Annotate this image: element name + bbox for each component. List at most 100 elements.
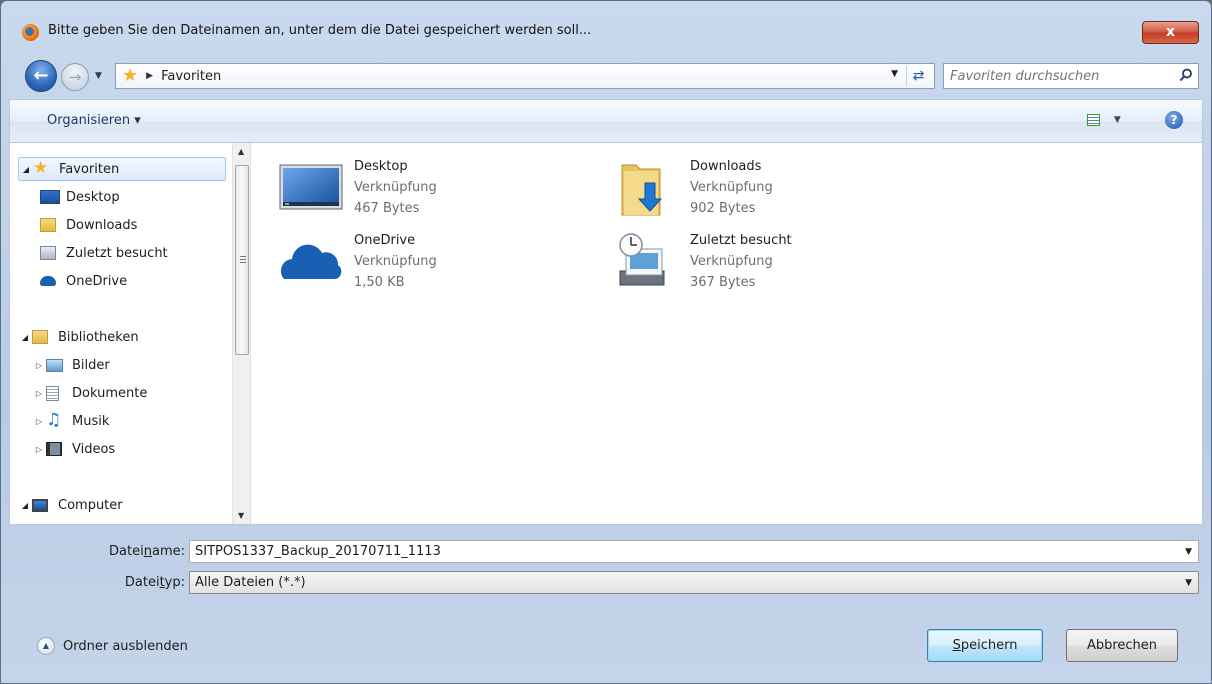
search-input[interactable] [950,68,1170,84]
chevron-down-icon[interactable]: ▼ [1185,547,1192,557]
file-item-downloads[interactable]: Downloads Verknüpfung 902 Bytes [614,153,914,223]
hide-folders-label[interactable]: Ordner ausblenden [63,639,188,654]
music-note-icon: ♫ [46,410,62,430]
save-file-dialog: Bitte geben Sie den Dateinamen an, unter… [0,0,1212,684]
file-size: 367 Bytes [690,275,756,290]
favorites-star-icon: ★ [122,65,139,86]
nav-item-pictures[interactable]: ▷ Bilder [32,353,110,377]
nav-item-label: OneDrive [66,273,128,289]
nav-item-label: Videos [72,441,116,457]
organize-menu-button[interactable]: Organisieren ▾ [47,113,141,128]
forward-arrow-icon[interactable]: → [61,63,89,91]
file-size: 902 Bytes [690,201,756,216]
address-bar: ← → ▼ ★ ▶ Favoriten ▼ ⇄ [15,58,1199,94]
nav-libraries-label: Bibliotheken [58,329,139,345]
details-view-icon [1087,114,1100,126]
scroll-up-arrow-icon[interactable]: ▲ [238,147,244,156]
chevron-up-icon[interactable]: ▲ [37,637,55,655]
close-button[interactable]: x [1142,21,1199,44]
file-size: 467 Bytes [354,201,420,216]
navigation-scrollbar[interactable]: ▲ ▼ [232,143,250,524]
recent-locations-chevron-icon[interactable]: ▼ [95,71,102,81]
recent-places-icon [40,246,56,260]
expand-arrow-icon[interactable]: ▷ [32,361,46,370]
nav-item-onedrive[interactable]: OneDrive [40,269,127,293]
downloads-folder-icon [621,164,663,216]
nav-item-label: Downloads [66,217,138,233]
chevron-down-icon[interactable]: ▼ [1185,578,1192,588]
view-dropdown-icon[interactable]: ▼ [1114,115,1121,125]
downloads-folder-icon [40,218,56,232]
onedrive-cloud-icon [40,276,56,286]
file-type: Verknüpfung [354,180,437,195]
nav-computer[interactable]: ◢ Computer [18,493,123,517]
filetype-select[interactable]: Alle Dateien (*.*) ▼ [189,571,1199,594]
expand-arrow-icon[interactable]: ▷ [32,417,46,426]
expand-arrow-icon[interactable]: ▷ [32,445,46,454]
filetype-label: Dateityp: [124,575,185,590]
nav-item-label: Dokumente [72,385,148,401]
nav-item-videos[interactable]: ▷ Videos [32,437,115,461]
dialog-footer: ▲ Ordner ausblenden Speichern Abbrechen [9,611,1203,681]
hide-folders-toggle[interactable]: ▲ Ordner ausblenden [37,637,188,655]
nav-item-music[interactable]: ▷ ♫ Musik [32,409,109,433]
collapse-arrow-icon[interactable]: ◢ [19,165,33,174]
breadcrumb-location[interactable]: Favoriten [161,69,221,84]
recent-places-icon [619,233,665,286]
computer-monitor-icon [32,498,48,512]
onedrive-cloud-icon [280,244,342,279]
command-bar: Organisieren ▾ ▼ ? [9,99,1203,143]
file-item-desktop[interactable]: Desktop Verknüpfung 467 Bytes [278,153,578,223]
scroll-down-arrow-icon[interactable]: ▼ [238,511,244,520]
file-name: Zuletzt besucht [690,233,792,248]
collapse-arrow-icon[interactable]: ◢ [18,333,32,342]
nav-computer-label: Computer [58,497,123,513]
help-icon[interactable]: ? [1165,111,1183,129]
cancel-button[interactable]: Abbrechen [1066,629,1178,662]
navigation-pane: ◢ ★ Favoriten Desktop Downloads Zuletzt … [10,143,251,524]
nav-favorites[interactable]: ◢ ★ Favoriten [18,157,226,181]
back-arrow-icon[interactable]: ← [25,60,57,92]
favorites-star-icon: ★ [33,158,49,178]
refresh-icon[interactable]: ⇄ [906,66,930,86]
file-item-onedrive[interactable]: OneDrive Verknüpfung 1,50 KB [278,227,578,297]
filename-value[interactable]: SITPOS1337_Backup_20170711_1113 [195,544,441,559]
film-strip-icon [46,442,62,456]
filename-row: Dateiname: SITPOS1337_Backup_20170711_11… [9,540,1203,564]
nav-item-desktop[interactable]: Desktop [40,185,120,209]
file-item-recent[interactable]: Zuletzt besucht Verknüpfung 367 Bytes [614,227,914,297]
browser-area: ◢ ★ Favoriten Desktop Downloads Zuletzt … [9,143,1203,525]
desktop-shortcut-icon [279,164,343,210]
filename-field[interactable]: SITPOS1337_Backup_20170711_1113 ▼ [189,540,1199,563]
filetype-row: Dateityp: Alle Dateien (*.*) ▼ [9,571,1203,595]
file-name: OneDrive [354,233,416,248]
search-field[interactable] [943,63,1199,89]
save-button[interactable]: Speichern [927,629,1043,662]
breadcrumb[interactable]: ★ ▶ Favoriten ▼ ⇄ [115,63,935,89]
nav-item-label: Bilder [72,357,110,373]
change-view-button[interactable]: ▼ [1087,110,1127,132]
nav-item-label: Desktop [66,189,120,205]
nav-item-downloads[interactable]: Downloads [40,213,137,237]
search-icon[interactable] [1179,68,1193,82]
address-dropdown-icon[interactable]: ▼ [891,69,898,79]
nav-item-recent[interactable]: Zuletzt besucht [40,241,168,265]
expand-arrow-icon[interactable]: ▷ [32,389,46,398]
desktop-icon [40,190,60,204]
nav-libraries[interactable]: ◢ Bibliotheken [18,325,139,349]
filetype-value[interactable]: Alle Dateien (*.*) [195,575,306,590]
nav-favorites-label: Favoriten [59,161,120,177]
file-name: Desktop [354,159,408,174]
breadcrumb-separator-icon[interactable]: ▶ [146,71,153,81]
file-size: 1,50 KB [354,275,405,290]
scrollbar-thumb[interactable] [235,165,249,355]
collapse-arrow-icon[interactable]: ◢ [18,501,32,510]
nav-item-documents[interactable]: ▷ Dokumente [32,381,147,405]
file-type: Verknüpfung [354,254,437,269]
libraries-icon [32,330,48,344]
scroll-grip-icon [240,256,246,263]
documents-icon [46,385,59,401]
title-bar: Bitte geben Sie den Dateinamen an, unter… [1,1,1211,51]
nav-item-label: Zuletzt besucht [66,245,168,261]
nav-item-label: Musik [72,413,110,429]
